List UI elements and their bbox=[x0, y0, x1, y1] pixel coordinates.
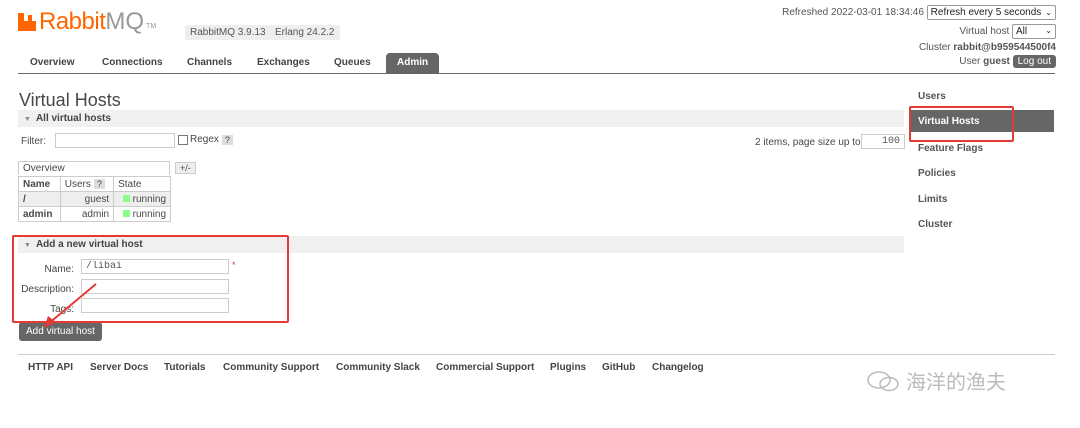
vhost-label: Virtual host bbox=[959, 26, 1010, 38]
table-row: / guest running bbox=[18, 191, 171, 207]
watermark: 海洋的渔夫 bbox=[866, 366, 1006, 395]
filter-input[interactable] bbox=[55, 133, 175, 148]
sidebar-item-limits[interactable]: Limits bbox=[918, 194, 947, 205]
footer-link-server-docs[interactable]: Server Docs bbox=[90, 362, 148, 373]
footer-link-community-support[interactable]: Community Support bbox=[223, 362, 319, 373]
refresh-row: Refreshed 2022-03-01 18:34:46 Refresh ev… bbox=[782, 5, 1056, 20]
vhost-name-link[interactable]: / bbox=[18, 191, 61, 207]
vhost-state: running bbox=[113, 206, 171, 222]
refreshed-timestamp: Refreshed 2022-03-01 18:34:46 bbox=[782, 7, 924, 19]
watermark-text: 海洋的渔夫 bbox=[906, 372, 1006, 394]
refresh-interval-value: Refresh every 5 seconds bbox=[930, 7, 1042, 18]
paging-text: 2 items, page size up to bbox=[755, 137, 861, 148]
toggle-columns-button[interactable]: +/- bbox=[175, 162, 196, 174]
page-title: Virtual Hosts bbox=[19, 90, 121, 110]
logo-text-rabbit: Rabbit bbox=[39, 8, 106, 35]
regex-checkbox[interactable] bbox=[178, 134, 188, 145]
vhost-name-link[interactable]: admin bbox=[18, 206, 61, 222]
logo-trademark: TM bbox=[146, 23, 157, 30]
vhost-row: Virtual host All ⌄ bbox=[959, 24, 1056, 39]
running-status-indicator bbox=[122, 194, 130, 202]
highlight-box-virtual-hosts bbox=[909, 106, 1014, 142]
tab-queues[interactable]: Queues bbox=[334, 53, 371, 73]
vhost-state-text: running bbox=[132, 208, 166, 220]
sidebar-item-feature-flags[interactable]: Feature Flags bbox=[918, 143, 983, 154]
rabbit-logo-icon bbox=[18, 13, 36, 31]
cluster-name: rabbit@b959544500f4 bbox=[953, 42, 1056, 53]
collapse-triangle-icon: ▼ bbox=[24, 116, 31, 123]
users-header-text: Users bbox=[64, 178, 91, 190]
regex-option: Regex ? bbox=[178, 134, 233, 145]
footer-link-plugins[interactable]: Plugins bbox=[550, 362, 586, 373]
footer-link-commercial-support[interactable]: Commercial Support bbox=[436, 362, 534, 373]
page-size-input[interactable] bbox=[861, 134, 905, 149]
cluster-row: Cluster rabbit@b959544500f4 bbox=[919, 42, 1056, 53]
running-status-indicator bbox=[122, 209, 130, 217]
sidebar-item-policies[interactable]: Policies bbox=[918, 168, 956, 179]
footer-link-http-api[interactable]: HTTP API bbox=[28, 362, 73, 373]
sidebar-item-users[interactable]: Users bbox=[918, 91, 946, 102]
footer-link-community-slack[interactable]: Community Slack bbox=[336, 362, 420, 373]
rabbitmq-version-badge: RabbitMQ 3.9.13 bbox=[185, 25, 271, 40]
cluster-label: Cluster bbox=[918, 42, 951, 53]
tab-exchanges[interactable]: Exchanges bbox=[257, 53, 310, 73]
filter-label: Filter: bbox=[21, 136, 46, 147]
vhost-users: admin bbox=[59, 206, 115, 222]
rabbitmq-logo[interactable]: Rabbit MQ TM bbox=[18, 10, 156, 34]
all-vhosts-title: All virtual hosts bbox=[35, 113, 111, 124]
wechat-icon bbox=[867, 370, 899, 391]
erlang-version-badge: Erlang 24.2.2 bbox=[270, 25, 340, 40]
arrow-icon bbox=[44, 283, 97, 328]
footer-link-changelog[interactable]: Changelog bbox=[652, 362, 704, 373]
table-row: admin admin running bbox=[18, 206, 171, 222]
vhost-select[interactable]: All ⌄ bbox=[1012, 24, 1056, 39]
vhost-select-value: All bbox=[1016, 26, 1028, 37]
tab-admin[interactable]: Admin bbox=[386, 53, 440, 73]
vhost-state: running bbox=[113, 191, 171, 207]
tab-overview[interactable]: Overview bbox=[30, 53, 74, 73]
column-header-state[interactable]: State bbox=[113, 176, 171, 192]
table-header-row: Name Users? State bbox=[18, 176, 171, 192]
sidebar-item-cluster[interactable]: Cluster bbox=[918, 219, 952, 230]
chevron-down-icon: ⌄ bbox=[1045, 8, 1052, 17]
chevron-down-icon: ⌄ bbox=[1045, 26, 1052, 35]
vhost-state-text: running bbox=[132, 193, 166, 205]
all-vhosts-section-header[interactable]: ▼ All virtual hosts bbox=[18, 110, 904, 127]
regex-help-icon[interactable]: ? bbox=[221, 134, 233, 145]
vhosts-table: Name Users? State / guest running admin … bbox=[18, 176, 171, 222]
tab-channels[interactable]: Channels bbox=[187, 53, 232, 73]
regex-label: Regex bbox=[190, 134, 219, 145]
vhost-users: guest bbox=[59, 191, 115, 207]
users-help-icon[interactable]: ? bbox=[93, 178, 105, 189]
main-nav: Overview Connections Channels Exchanges … bbox=[18, 53, 1055, 74]
logo-text-mq: MQ bbox=[105, 8, 145, 35]
refresh-interval-select[interactable]: Refresh every 5 seconds ⌄ bbox=[926, 5, 1056, 20]
column-header-users[interactable]: Users? bbox=[59, 176, 115, 192]
column-header-name[interactable]: Name bbox=[18, 176, 61, 192]
overview-column-group: Overview bbox=[18, 161, 170, 175]
footer-link-github[interactable]: GitHub bbox=[602, 362, 635, 373]
tab-connections[interactable]: Connections bbox=[102, 53, 163, 73]
footer-link-tutorials[interactable]: Tutorials bbox=[164, 362, 205, 373]
